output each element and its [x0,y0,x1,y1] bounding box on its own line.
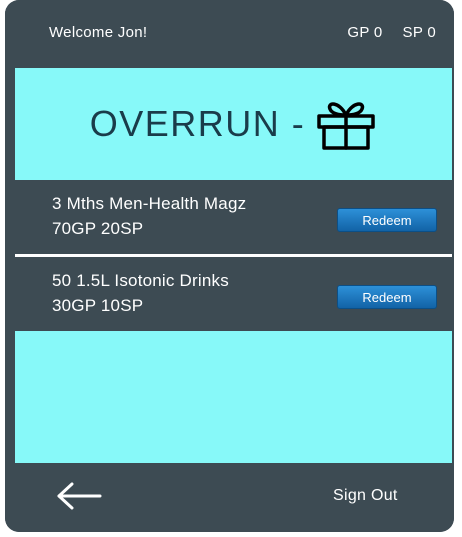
gift-icon [317,102,375,150]
redeem-button[interactable]: Redeem [337,208,437,232]
page-title: OVERRUN - [89,103,306,144]
points-display: GP 0 SP 0 [347,24,436,41]
gp-counter: GP 0 [347,24,383,41]
reward-name: 50 1.5L Isotonic Drinks [52,271,229,290]
redeem-button[interactable]: Redeem [337,285,437,309]
arrow-left-icon[interactable] [55,481,103,511]
app-frame: Welcome Jon! GP 0 SP 0 OVERRUN - 3 Mths … [5,0,454,532]
header-bar: Welcome Jon! GP 0 SP 0 [5,0,454,68]
reward-item: 50 1.5L Isotonic Drinks 30GP 10SP Redeem [15,257,452,331]
reward-cost: 30GP 10SP [52,296,144,315]
banner: OVERRUN - [15,68,452,180]
welcome-text: Welcome Jon! [49,24,148,41]
reward-item: 3 Mths Men-Health Magz 70GP 20SP Redeem [15,180,452,254]
sign-out-link[interactable]: Sign Out [333,487,398,505]
sp-counter: SP 0 [402,24,436,41]
rewards-panel: OVERRUN - 3 Mths Men-Health Magz 70GP 20… [15,68,452,463]
footer-bar: Sign Out [5,463,454,532]
reward-name: 3 Mths Men-Health Magz [52,194,247,213]
reward-cost: 70GP 20SP [52,219,144,238]
